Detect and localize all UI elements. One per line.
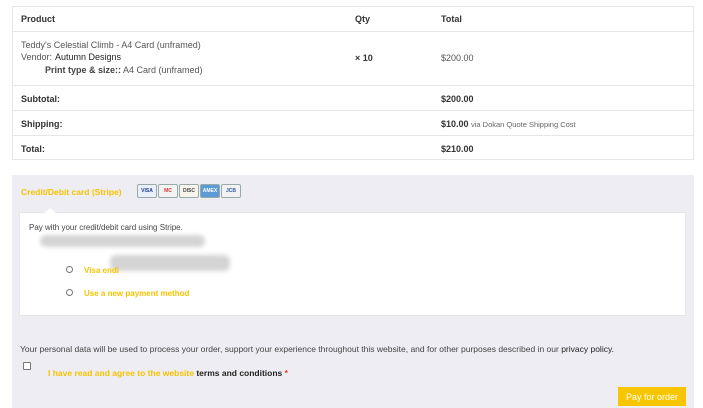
subtotal-value: $200.00 (441, 94, 474, 104)
saved-card-label[interactable]: Visa endi (84, 266, 119, 275)
total-label: Total: (21, 144, 45, 154)
new-payment-label[interactable]: Use a new payment method (84, 289, 189, 298)
redacted-region (40, 235, 205, 247)
saved-card-radio[interactable] (66, 266, 73, 273)
mastercard-icon: MC (158, 184, 178, 198)
total-value: $210.00 (441, 144, 474, 154)
stripe-payment-panel: Pay with your credit/debit card using St… (19, 208, 686, 316)
item-total: $200.00 (441, 53, 474, 63)
item-qty: × 10 (355, 53, 373, 63)
terms-checkbox[interactable] (23, 362, 31, 370)
terms-link[interactable]: terms and conditions (196, 368, 282, 378)
shipping-value: $10.00 (441, 119, 469, 129)
subtotal-label: Subtotal: (21, 94, 60, 104)
vendor-name: Autumn Designs (55, 52, 122, 62)
table-row: Teddy's Celestial Climb - A4 Card (unfra… (13, 31, 693, 85)
option-label: Print type & size:: (45, 65, 122, 75)
redacted-region (110, 255, 230, 271)
pay-for-order-button[interactable]: Pay for order (618, 387, 686, 406)
shipping-row: Shipping: $10.00 via Dokan Quote Shippin… (13, 110, 693, 135)
item-name: Teddy's Celestial Climb - A4 Card (unfra… (21, 40, 201, 50)
table-header-row: Product Qty Total (13, 7, 693, 31)
discover-icon: DISC (179, 184, 199, 198)
shipping-label: Shipping: (21, 119, 63, 129)
shipping-method: via Dokan Quote Shipping Cost (471, 120, 576, 129)
card-brand-icons: VISA MC DISC AMEX JCB (137, 184, 241, 198)
visa-icon: VISA (137, 184, 157, 198)
payment-section: Credit/Debit card (Stripe) VISA MC DISC … (12, 175, 694, 408)
amex-icon: AMEX (200, 184, 220, 198)
option-value: A4 Card (unframed) (123, 65, 203, 75)
subtotal-row: Subtotal: $200.00 (13, 85, 693, 110)
payment-method-title[interactable]: Credit/Debit card (Stripe) (21, 187, 122, 197)
terms-prefix: I have read and agree to the website (48, 368, 197, 378)
privacy-policy-link[interactable]: privacy policy. (561, 344, 614, 354)
panel-pointer (44, 208, 56, 213)
header-total: Total (441, 14, 462, 24)
order-summary-table: Product Qty Total Teddy's Celestial Clim… (12, 6, 694, 160)
privacy-notice: Your personal data will be used to proce… (20, 344, 690, 354)
required-marker: * (284, 368, 288, 378)
privacy-text: Your personal data will be used to proce… (20, 344, 562, 354)
new-payment-radio[interactable] (66, 289, 73, 296)
payment-description: Pay with your credit/debit card using St… (29, 223, 183, 232)
vendor-label: Vendor: (21, 52, 53, 62)
header-qty: Qty (355, 14, 371, 24)
terms-label[interactable]: I have read and agree to the website ter… (48, 368, 288, 378)
total-row: Total: $210.00 (13, 135, 693, 160)
header-product: Product (21, 14, 56, 24)
jcb-icon: JCB (221, 184, 241, 198)
